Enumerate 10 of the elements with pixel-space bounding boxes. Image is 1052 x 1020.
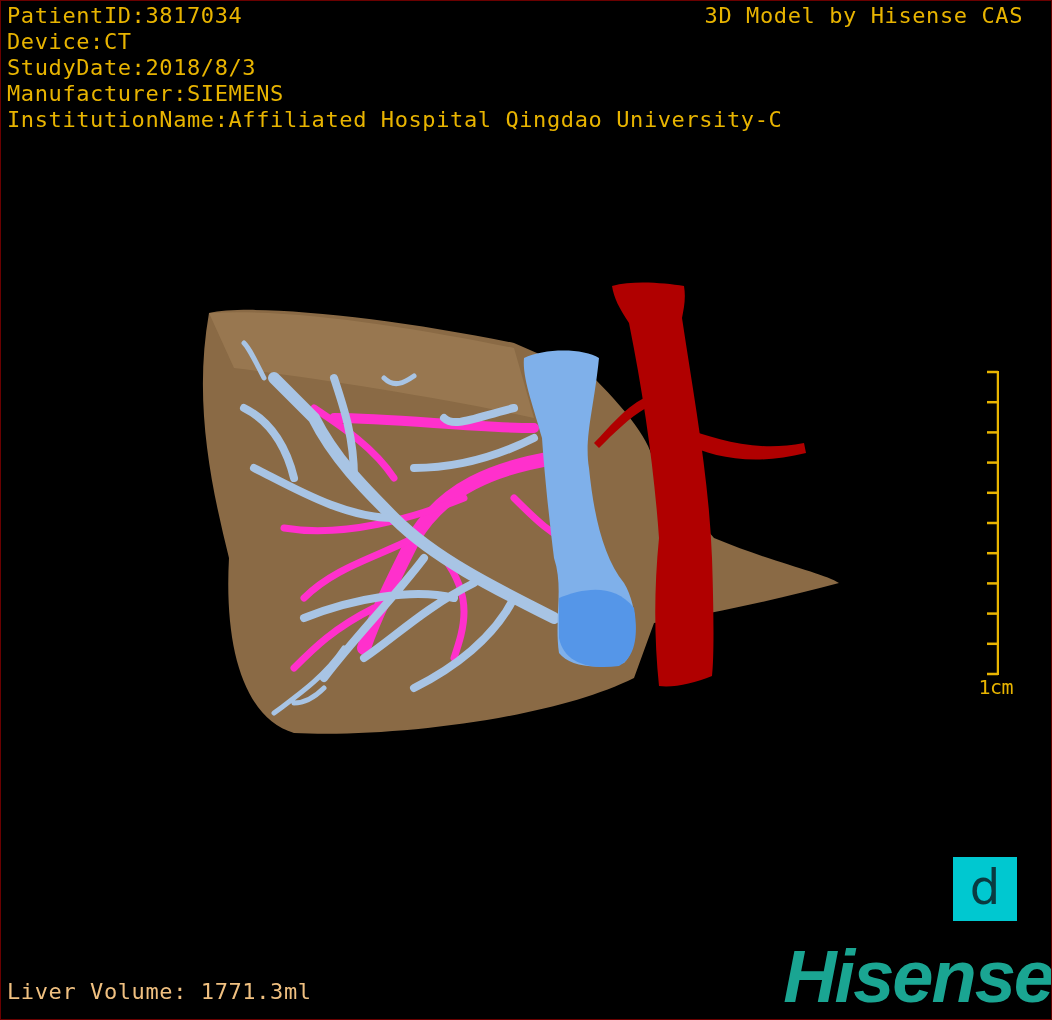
scale-label: 1cm xyxy=(978,676,1013,698)
info-text: Device:CT xyxy=(7,29,132,55)
brand-logo: Hisense xyxy=(783,945,1051,1009)
app-badge-icon: d xyxy=(953,857,1017,921)
info-text: PatientID:3817034 xyxy=(7,3,243,29)
info-text: StudyDate:2018/8/3 xyxy=(7,55,257,81)
info-text: Manufacturer:SIEMENS xyxy=(7,81,284,107)
view-title: 3D Model by Hisense CAS xyxy=(704,3,1023,28)
info-text: InstitutionName:Affiliated Hospital Qingdao University-C xyxy=(7,107,783,133)
liver-volume-text: Liver Volume: 1771.3ml xyxy=(7,979,312,1005)
